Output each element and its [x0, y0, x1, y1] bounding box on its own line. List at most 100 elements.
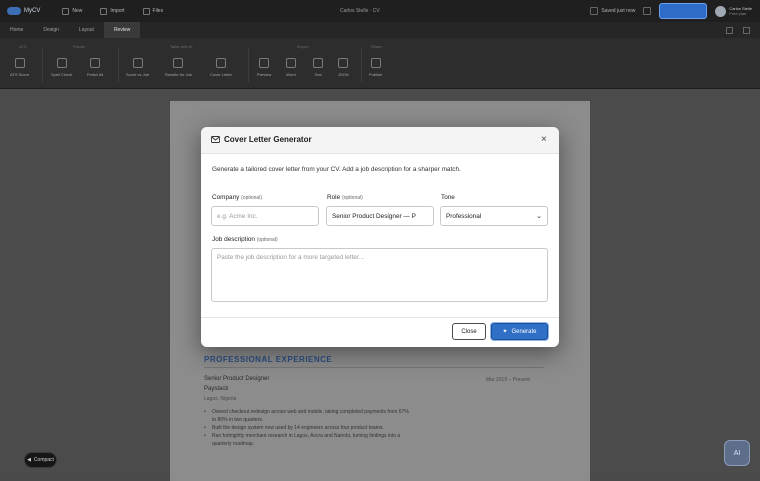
close-icon[interactable]: ×	[541, 135, 547, 145]
tone-label: Tone	[441, 194, 455, 201]
titlebar-right: Saved just now Carlos Stelle Free plan	[590, 3, 752, 19]
preview-button[interactable]: Preview	[257, 58, 271, 77]
word-export-button[interactable]: Word	[286, 58, 296, 77]
job-label-text: Job description	[212, 236, 255, 243]
resume-job-title: Senior Product Designer	[204, 376, 270, 382]
role-label: Role (optional)	[327, 194, 363, 201]
cover-letter-dialog: Cover Letter Generator × Generate a tail…	[201, 127, 559, 347]
file-menu: New Import Files	[62, 7, 164, 15]
save-status: Saved just now	[590, 7, 635, 15]
menu-import-label: Import	[110, 8, 125, 14]
bullet-text: Built the design system now used by 14 e…	[212, 425, 384, 431]
resume-dates: Mar 2019 – Present	[486, 377, 530, 383]
company-label-text: Company	[212, 194, 240, 201]
mail-icon	[211, 136, 220, 143]
role-input[interactable]	[326, 206, 434, 226]
ribbon-group-ats: ATS	[19, 44, 27, 49]
polish-all-button[interactable]: Polish All	[87, 58, 103, 77]
globe-icon	[370, 58, 381, 68]
spellcheck-icon	[56, 58, 67, 68]
resume-bullets: • Owned checkout redesign across web and …	[204, 408, 524, 448]
company-label: Company (optional)	[212, 194, 262, 201]
document-title: Carlos Stelle · CV	[340, 8, 380, 14]
ats-score-button[interactable]: ATS Score	[10, 58, 29, 77]
eye-icon	[259, 58, 270, 68]
import-icon	[100, 7, 108, 15]
menu-files-label: Files	[152, 8, 164, 14]
ribbon-group-share: Share	[371, 44, 382, 49]
publish-button[interactable]: Publish	[369, 58, 382, 77]
list-item: • Built the design system now used by 14 …	[204, 425, 384, 431]
ribbon-tabs: Home Design Layout Review	[0, 22, 760, 38]
bullet-text: to 80% in two quarters.	[212, 417, 264, 423]
company-input[interactable]	[211, 206, 319, 226]
collapse-ribbon-icon[interactable]	[743, 27, 750, 34]
job-optional: (optional)	[256, 237, 278, 243]
menu-new[interactable]: New	[62, 7, 83, 15]
logo-text: MyCV	[24, 8, 41, 14]
text-icon	[313, 58, 323, 68]
menu-import[interactable]: Import	[100, 7, 125, 15]
tab-home[interactable]: Home	[0, 22, 33, 38]
sparkle-icon	[90, 58, 101, 68]
cover-letter-button[interactable]: Cover Letter	[210, 58, 232, 77]
dialog-intro: Generate a tailored cover letter from yo…	[212, 166, 461, 173]
word-icon	[286, 58, 296, 68]
ribbon-group-proofs: Proofs	[73, 44, 85, 49]
spell-check-button[interactable]: Spell Check	[51, 58, 72, 77]
settings-icon[interactable]	[643, 7, 652, 15]
generate-label: Generate	[511, 328, 537, 335]
role-optional: (optional)	[341, 195, 363, 201]
code-icon	[338, 58, 349, 68]
dialog-footer-divider	[201, 317, 559, 318]
ribbon-divider	[118, 48, 119, 82]
json-export-button[interactable]: JSON	[338, 58, 349, 77]
ribbon-divider	[248, 48, 249, 82]
ribbon-group-export: Export	[297, 44, 309, 49]
resume-section-title: PROFESSIONAL EXPERIENCE	[204, 355, 333, 364]
upgrade-button[interactable]	[659, 3, 708, 19]
tone-select[interactable]: Professional ⌄	[440, 206, 548, 226]
edit-icon[interactable]	[726, 27, 733, 34]
bullet-text: Ran fortnightly merchant research in Lag…	[212, 433, 401, 439]
word-label: Word	[286, 72, 296, 77]
score-vs-job-button[interactable]: Score vs Job	[126, 58, 149, 77]
app-titlebar: MyCV New Import Files Carlos Stelle · CV…	[0, 0, 760, 22]
list-item: • Ran fortnightly merchant research in La…	[204, 433, 401, 439]
tab-design[interactable]: Design	[33, 22, 69, 38]
user-info: Carlos Stelle Free plan	[729, 6, 752, 16]
list-item: quarterly roadmap.	[204, 440, 524, 448]
score-vs-job-label: Score vs Job	[126, 72, 150, 77]
resume-company: Paystack	[204, 386, 229, 392]
user-menu[interactable]: Carlos Stelle Free plan	[715, 5, 752, 17]
gauge-icon	[14, 58, 25, 68]
chevron-down-icon: ⌄	[536, 213, 542, 220]
new-file-icon	[62, 7, 70, 15]
job-description-label: Job description (optional)	[212, 236, 278, 243]
logo-icon	[7, 7, 21, 15]
resume-location: Lagos, Nigeria	[204, 396, 237, 402]
tone-value: Professional	[446, 212, 482, 220]
dialog-title: Cover Letter Generator	[224, 135, 312, 144]
job-description-textarea[interactable]	[211, 248, 548, 302]
save-status-label: Saved just now	[601, 8, 636, 14]
rewrite-for-job-button[interactable]: Rewrite for Job	[165, 58, 192, 77]
text-export-button[interactable]: Text	[313, 58, 323, 77]
cover-letter-label: Cover Letter	[210, 72, 233, 77]
ribbon-divider	[42, 48, 43, 82]
tab-review[interactable]: Review	[103, 22, 141, 38]
cloud-icon	[590, 7, 599, 15]
menu-files[interactable]: Files	[142, 7, 164, 15]
compact-toggle[interactable]: ◀ Compact	[24, 452, 57, 468]
assistant-fab[interactable]: AI	[724, 440, 750, 466]
ribbon-divider	[361, 48, 362, 82]
role-label-text: Role	[327, 194, 341, 201]
generate-button[interactable]: ✦ Generate	[491, 323, 548, 340]
close-button[interactable]: Close	[452, 323, 486, 340]
app-logo[interactable]: MyCV	[7, 7, 40, 15]
tab-layout[interactable]: Layout	[69, 22, 104, 38]
publish-label: Publish	[369, 72, 383, 77]
user-plan: Free plan	[729, 11, 747, 16]
menu-new-label: New	[72, 8, 83, 14]
dialog-header: Cover Letter Generator ×	[201, 127, 559, 154]
